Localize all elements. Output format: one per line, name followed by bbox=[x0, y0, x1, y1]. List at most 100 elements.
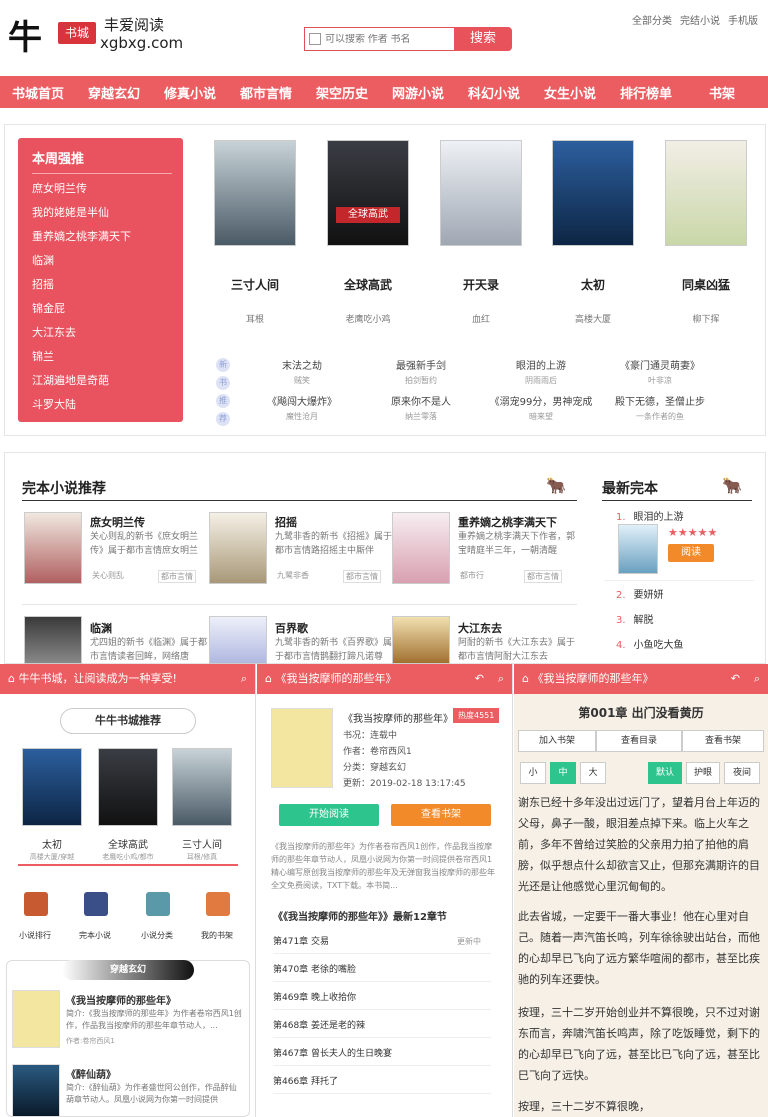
rec-title[interactable]: 重养嫡之桃李满天下 bbox=[458, 514, 557, 530]
chapter-link[interactable]: 第468章 姜还是老的辣 bbox=[273, 1014, 491, 1038]
category-tab[interactable]: 穿越玄幻 bbox=[62, 960, 194, 980]
latest-item[interactable]: 1. 眼泪的上游 bbox=[616, 508, 684, 523]
icon-label[interactable]: 完本小说 bbox=[70, 930, 120, 941]
weekly-item[interactable]: 江湖遍地是奇葩 bbox=[32, 372, 109, 388]
add-shelf-button[interactable]: 加入书架 bbox=[518, 730, 596, 752]
book-cover[interactable] bbox=[440, 140, 522, 246]
book-title[interactable]: 三寸人间 bbox=[205, 276, 305, 293]
chapter-link[interactable]: 第466章 拜托了 bbox=[273, 1070, 491, 1094]
chapter-link[interactable]: 第469章 晚上收拾你 bbox=[273, 986, 491, 1010]
mode-night-button[interactable]: 夜间 bbox=[724, 762, 760, 784]
view-shelf-button[interactable]: 查看书架 bbox=[391, 804, 491, 826]
weekly-item[interactable]: 重养嫡之桃李满天下 bbox=[32, 228, 131, 244]
book-title[interactable]: 全球高武 bbox=[318, 276, 418, 293]
latest-item[interactable]: 2. 要妍妍 bbox=[616, 586, 664, 601]
mode-default-button[interactable]: 默认 bbox=[648, 762, 682, 784]
chapter-link[interactable]: 第467章 曾长夫人的生日晚宴 bbox=[273, 1042, 491, 1066]
ranking-icon[interactable] bbox=[24, 892, 48, 916]
rec-title[interactable]: 庶女明兰传 bbox=[90, 514, 145, 530]
nav-item[interactable]: 书架 bbox=[684, 83, 760, 102]
rec-tag[interactable]: 都市言情 bbox=[343, 570, 381, 583]
font-small-button[interactable]: 小 bbox=[520, 762, 546, 784]
weekly-item[interactable]: 我的姥姥是半仙 bbox=[32, 204, 109, 220]
book-cover[interactable] bbox=[392, 512, 450, 584]
logo-badge[interactable]: 书城 bbox=[58, 22, 96, 44]
book-cover[interactable]: 全球高武 bbox=[327, 140, 409, 246]
book-cover[interactable] bbox=[98, 748, 158, 826]
book-cover[interactable] bbox=[172, 748, 232, 826]
category-icon[interactable] bbox=[146, 892, 170, 916]
sub-book-title[interactable]: 殿下无德，圣僧止步 bbox=[600, 393, 720, 408]
nav-item[interactable]: 穿越玄幻 bbox=[76, 83, 152, 102]
latest-item[interactable]: 3. 解脱 bbox=[616, 611, 654, 626]
book-title[interactable]: 全球高武 bbox=[88, 836, 168, 851]
book-title[interactable]: 开天录 bbox=[431, 276, 531, 293]
home-icon[interactable]: ⌂ bbox=[8, 672, 18, 685]
list-title[interactable]: 《醉仙葫》 bbox=[66, 1066, 116, 1081]
icon-label[interactable]: 小说分类 bbox=[132, 930, 182, 941]
nav-item[interactable]: 网游小说 bbox=[380, 83, 456, 102]
book-cover[interactable] bbox=[24, 512, 82, 584]
home-icon[interactable]: ⌂ bbox=[522, 672, 532, 685]
weekly-item[interactable]: 锦金屁 bbox=[32, 300, 65, 316]
book-cover[interactable] bbox=[12, 990, 60, 1048]
weekly-item[interactable]: 招摇 bbox=[32, 276, 54, 292]
back-icon[interactable]: ↶ bbox=[475, 664, 484, 694]
sub-book-title[interactable]: 眼泪的上游 bbox=[481, 357, 601, 372]
weekly-item[interactable]: 临渊 bbox=[32, 252, 54, 268]
read-button[interactable]: 阅读 bbox=[668, 544, 714, 562]
link-mobile[interactable]: 手机版 bbox=[728, 12, 758, 27]
book-cover[interactable] bbox=[209, 512, 267, 584]
start-reading-button[interactable]: 开始阅读 bbox=[279, 804, 379, 826]
book-cover[interactable] bbox=[552, 140, 634, 246]
nav-item[interactable]: 都市言情 bbox=[228, 83, 304, 102]
view-shelf-button[interactable]: 查看书架 bbox=[682, 730, 764, 752]
rec-tag[interactable]: 都市言情 bbox=[524, 570, 562, 583]
weekly-item[interactable]: 锦兰 bbox=[32, 348, 54, 364]
search-icon[interactable]: ⌕ bbox=[241, 664, 247, 694]
book-title[interactable]: 三寸人间 bbox=[162, 836, 242, 851]
nav-item[interactable]: 排行榜单 bbox=[608, 83, 684, 102]
list-title[interactable]: 《我当按摩师的那些年》 bbox=[66, 992, 176, 1007]
book-cover[interactable] bbox=[392, 616, 450, 664]
search-input[interactable] bbox=[325, 33, 445, 45]
book-cover[interactable] bbox=[665, 140, 747, 246]
book-cover[interactable] bbox=[22, 748, 82, 826]
nav-item[interactable]: 架空历史 bbox=[304, 83, 380, 102]
book-cover[interactable] bbox=[209, 616, 267, 664]
search-icon[interactable]: ⌕ bbox=[498, 664, 504, 694]
sub-book-title[interactable]: 原来你不是人 bbox=[361, 393, 481, 408]
nav-item[interactable]: 女生小说 bbox=[532, 83, 608, 102]
weekly-item[interactable]: 大江东去 bbox=[32, 324, 76, 340]
sub-book-title[interactable]: 《豪门通灵萌妻》 bbox=[600, 357, 720, 372]
book-cover[interactable] bbox=[24, 616, 82, 664]
rec-title[interactable]: 百界歌 bbox=[275, 620, 308, 636]
font-large-button[interactable]: 大 bbox=[580, 762, 606, 784]
weekly-item[interactable]: 庶女明兰传 bbox=[32, 180, 87, 196]
rec-title[interactable]: 招摇 bbox=[275, 514, 297, 530]
latest-item[interactable]: 4. 小鱼吃大鱼 bbox=[616, 636, 684, 651]
sub-book-title[interactable]: 《溺宠99分，男神宠成 bbox=[481, 393, 601, 408]
weekly-item[interactable]: 斗罗大陆 bbox=[32, 396, 76, 412]
bookshelf-icon[interactable] bbox=[206, 892, 230, 916]
link-all-categories[interactable]: 全部分类 bbox=[632, 12, 672, 27]
icon-label[interactable]: 我的书架 bbox=[192, 930, 242, 941]
book-title[interactable]: 太初 bbox=[12, 836, 92, 851]
toc-button[interactable]: 查看目录 bbox=[596, 730, 682, 752]
back-icon[interactable]: ↶ bbox=[731, 664, 740, 694]
sub-book-title[interactable]: 末法之劫 bbox=[242, 357, 362, 372]
book-cover[interactable] bbox=[214, 140, 296, 246]
sub-book-title[interactable]: 《飚闯大爆炸》 bbox=[242, 393, 362, 408]
nav-item[interactable]: 书城首页 bbox=[0, 83, 76, 102]
sub-book-title[interactable]: 最强新手剑 bbox=[361, 357, 481, 372]
books-icon[interactable] bbox=[84, 892, 108, 916]
rec-title[interactable]: 大江东去 bbox=[458, 620, 502, 636]
book-cover[interactable] bbox=[12, 1064, 60, 1117]
home-icon[interactable]: ⌂ bbox=[265, 672, 275, 685]
rec-title[interactable]: 临渊 bbox=[90, 620, 112, 636]
nav-item[interactable]: 科幻小说 bbox=[456, 83, 532, 102]
icon-label[interactable]: 小说排行 bbox=[10, 930, 60, 941]
search-button[interactable]: 搜索 bbox=[454, 27, 512, 51]
link-finished[interactable]: 完结小说 bbox=[680, 12, 720, 27]
book-title[interactable]: 太初 bbox=[543, 276, 643, 293]
